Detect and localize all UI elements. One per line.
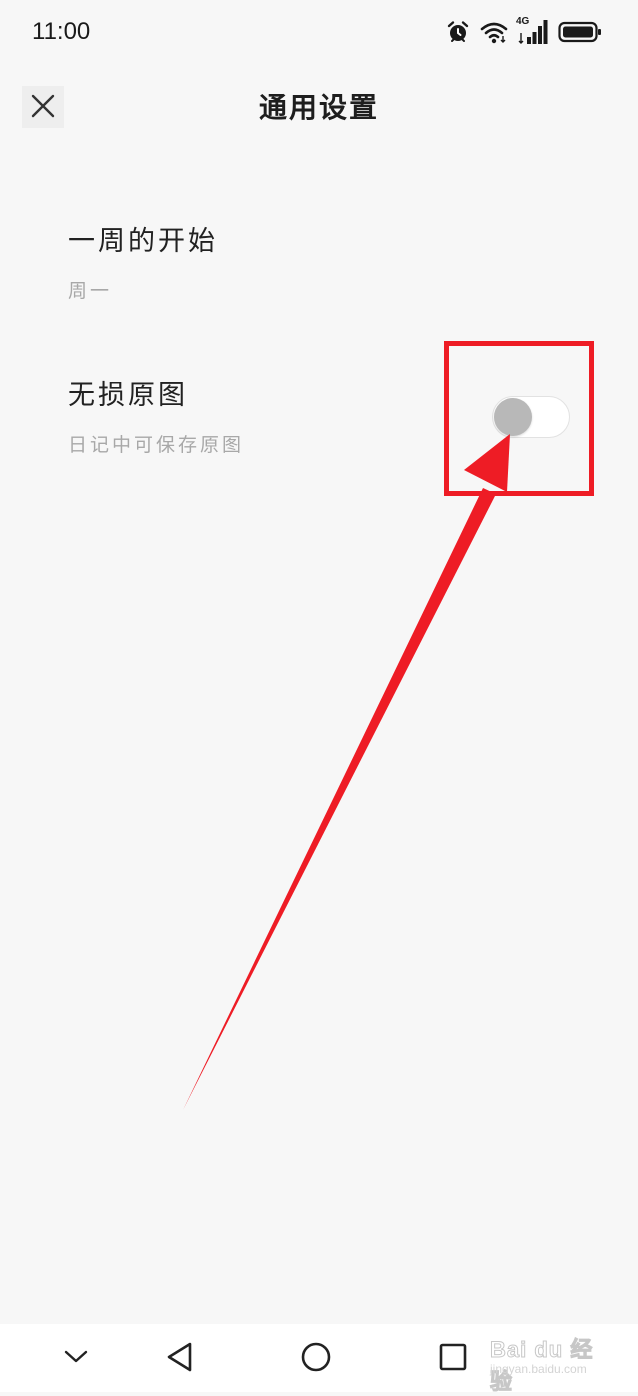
setting-title: 一周的开始	[68, 226, 218, 257]
page-title: 通用设置	[258, 91, 379, 124]
nav-collapse-button[interactable]	[52, 1334, 100, 1382]
recents-square-icon	[438, 1342, 468, 1375]
setting-description: 日记中可保存原图	[68, 434, 245, 456]
annotation-arrow	[183, 434, 510, 1110]
status-icons: 4G	[446, 16, 602, 46]
navigation-bar	[0, 1324, 638, 1392]
nav-recents-button[interactable]	[429, 1334, 477, 1382]
home-circle-icon	[300, 1341, 332, 1376]
back-triangle-icon	[165, 1341, 195, 1376]
wifi-icon	[480, 20, 508, 44]
battery-icon	[558, 20, 602, 44]
header: 通用设置	[0, 72, 638, 144]
setting-week-start[interactable]: 一周的开始 周一	[0, 222, 638, 314]
alarm-icon	[446, 20, 470, 44]
chevron-down-icon	[63, 1349, 89, 1368]
signal-icon: 4G	[516, 16, 548, 45]
setting-value: 周一	[68, 280, 113, 302]
status-time: 11:00	[32, 18, 91, 45]
lossless-original-toggle[interactable]	[492, 396, 570, 438]
nav-back-button[interactable]	[156, 1334, 204, 1382]
network-type-label: 4G	[516, 16, 530, 27]
setting-title: 无损原图	[68, 380, 188, 411]
nav-home-button[interactable]	[292, 1334, 340, 1382]
toggle-knob	[494, 398, 532, 436]
status-bar: 11:00 4G	[0, 0, 638, 64]
